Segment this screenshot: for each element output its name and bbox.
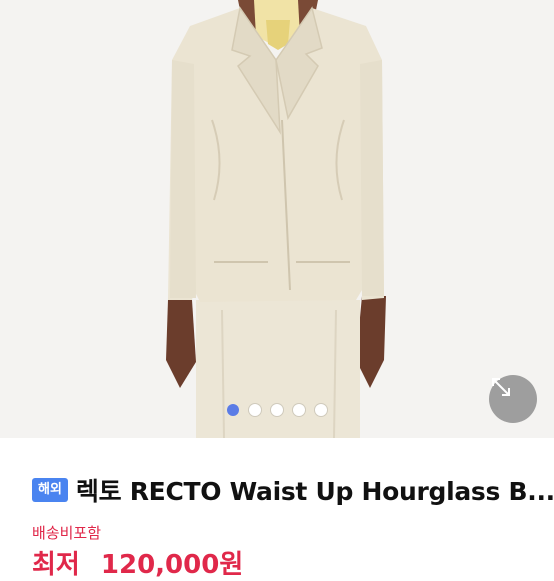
zoom-button[interactable] [489,375,537,423]
expand-arrows-icon [492,378,510,396]
shipping-included-label: 배송비포함 [32,524,102,542]
product-title[interactable]: 렉토 RECTO Waist Up Hourglass B... [76,472,554,508]
carousel-dot-2[interactable] [249,404,261,416]
carousel-dot-4[interactable] [293,404,305,416]
carousel-dot-1[interactable] [227,404,239,416]
product-image-carousel[interactable] [0,0,554,438]
overseas-badge: 해외 [32,478,68,502]
carousel-dot-3[interactable] [271,404,283,416]
product-photo [166,0,386,438]
price-row: 최저 120,000원 [32,544,243,581]
carousel-indicator [0,404,554,418]
carousel-dot-5[interactable] [315,404,327,416]
price-value: 120,000원 [100,550,244,580]
lowest-price-label: 최저 [32,550,80,580]
product-title-row: 해외 렉토 RECTO Waist Up Hourglass B... [32,472,554,508]
